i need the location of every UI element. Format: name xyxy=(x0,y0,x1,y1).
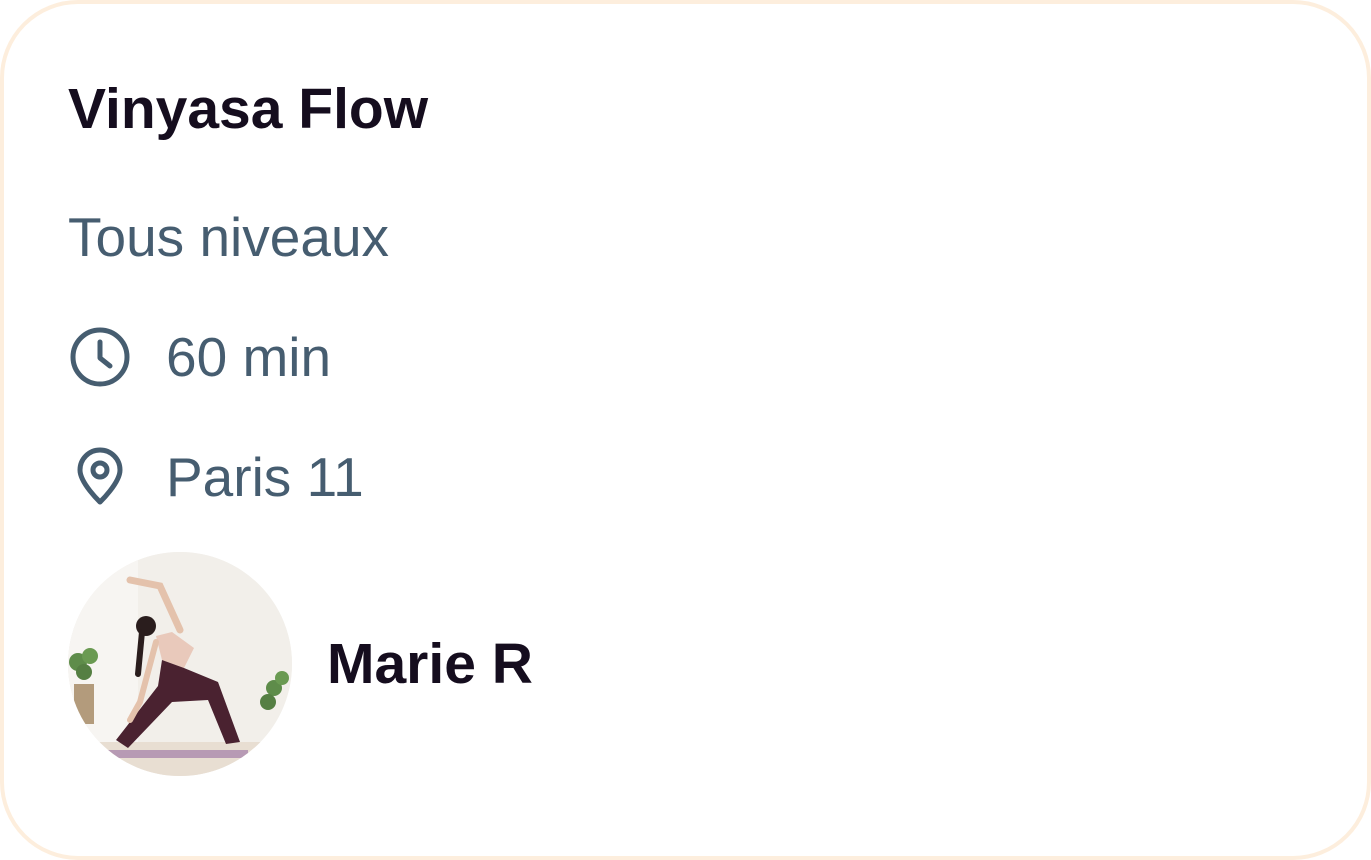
instructor-name: Marie R xyxy=(327,632,533,696)
class-title: Vinyasa Flow xyxy=(68,77,429,141)
instructor-avatar xyxy=(68,552,292,776)
duration-row: 60 min xyxy=(68,322,331,392)
location-label: Paris 11 xyxy=(166,446,364,508)
clock-icon xyxy=(68,325,132,389)
duration-label: 60 min xyxy=(166,326,332,388)
class-level: Tous niveaux xyxy=(68,206,390,268)
map-pin-icon xyxy=(68,445,132,509)
class-card[interactable]: Vinyasa Flow Tous niveaux 60 min Paris 1… xyxy=(0,0,1371,860)
location-row: Paris 11 xyxy=(68,442,364,512)
instructor[interactable]: Marie R xyxy=(68,552,533,776)
